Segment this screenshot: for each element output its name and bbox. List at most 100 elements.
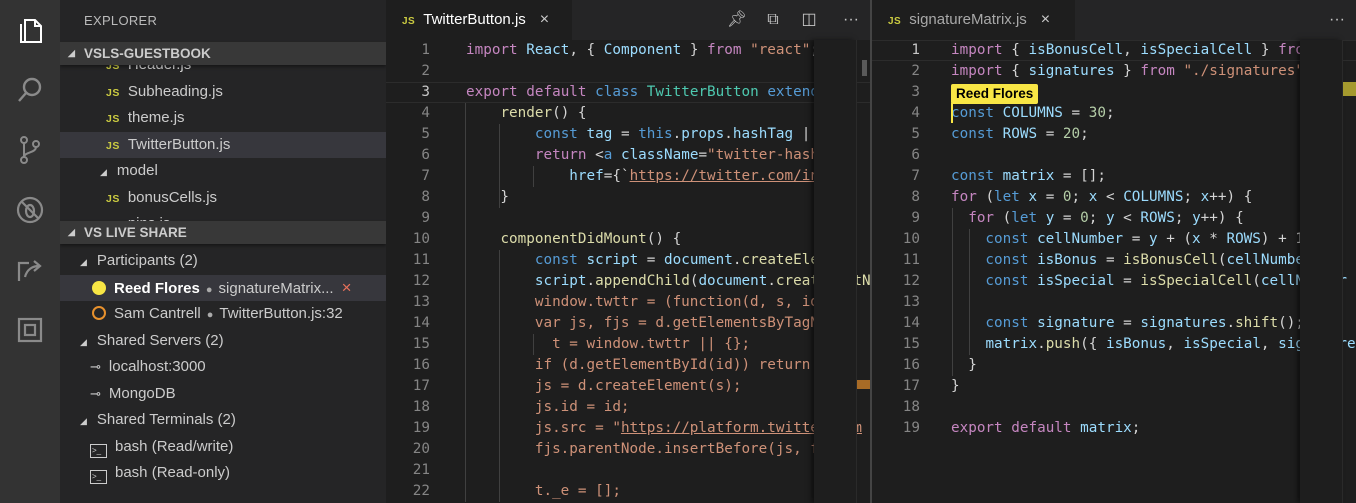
code-token: = bbox=[638, 252, 665, 268]
code-token: default bbox=[526, 84, 596, 100]
code-token: ) + 1 bbox=[1260, 231, 1304, 247]
line-number: 14 bbox=[412, 315, 430, 331]
file-tree-item[interactable]: JS Header.js bbox=[60, 65, 386, 79]
section-header-project[interactable]: ◢ VSLS-GUESTBOOK bbox=[60, 42, 386, 65]
code-token: a bbox=[603, 147, 621, 163]
code-token: . bbox=[767, 273, 776, 289]
close-icon[interactable]: × bbox=[342, 278, 352, 297]
close-tab-icon[interactable]: × bbox=[1041, 11, 1050, 28]
group-label: Shared Terminals (2) bbox=[96, 411, 236, 428]
code-token: matrix bbox=[1002, 168, 1055, 184]
pin-icon[interactable]: 📌︎ bbox=[722, 0, 752, 40]
code-token: ROWS bbox=[1140, 210, 1175, 226]
line-number: 9 bbox=[421, 210, 430, 226]
editor-signature-matrix[interactable]: JS signatureMatrix.js × ··· 1 import { isBo… bbox=[872, 0, 1356, 503]
code-line: 9 for (let y = 0; y < ROWS; y++) { bbox=[872, 208, 1356, 229]
line-source: const matrix = []; bbox=[951, 166, 1106, 187]
file-tree-item[interactable]: JS Subheading.js bbox=[60, 79, 386, 106]
split-editor-icon[interactable]: ◫ bbox=[794, 0, 824, 40]
scrollbar[interactable] bbox=[856, 40, 870, 503]
participant-ring-icon bbox=[92, 306, 106, 320]
file-tree-item[interactable]: JS TwitterButton.js bbox=[60, 131, 386, 158]
live-share-icon[interactable] bbox=[0, 242, 60, 298]
source-control-icon[interactable] bbox=[0, 122, 60, 178]
code-token: js.id = id; bbox=[466, 399, 630, 415]
terminal-item[interactable]: >_ bash (Read/write) bbox=[60, 434, 386, 461]
participant-cursor bbox=[951, 103, 953, 123]
scrollbar[interactable] bbox=[1342, 40, 1356, 503]
file-tree-item[interactable]: JS theme.js bbox=[60, 105, 386, 132]
explorer-icon[interactable] bbox=[0, 2, 60, 58]
code-token: export bbox=[951, 420, 1012, 436]
participants-group[interactable]: ◢ Participants (2) bbox=[60, 248, 386, 275]
line-number: 4 bbox=[911, 105, 920, 121]
participant-item[interactable]: Sam Cantrell ● TwitterButton.js:32 bbox=[60, 301, 386, 328]
tab-twitter-button[interactable]: JS TwitterButton.js × bbox=[386, 0, 572, 40]
line-source: js.src = "https://platform.twitter.com bbox=[466, 418, 862, 439]
extensions-icon[interactable] bbox=[0, 302, 60, 358]
minimap[interactable] bbox=[1300, 40, 1342, 503]
code-line: 10 const cellNumber = y + (x * ROWS) + 1 bbox=[872, 229, 1356, 250]
participant-marker bbox=[857, 380, 870, 389]
code-area[interactable]: 1 import { isBonusCell, isSpecialCell } f… bbox=[872, 40, 1356, 502]
participant-item[interactable]: Reed Flores ● signatureMatrix... × bbox=[60, 274, 386, 301]
code-token: () { bbox=[552, 105, 587, 121]
separator: ● bbox=[206, 309, 214, 321]
code-line: 17} bbox=[872, 376, 1356, 397]
file-tree-item[interactable]: JS bonusCells.js bbox=[60, 185, 386, 212]
activity-bar bbox=[0, 0, 60, 503]
code-token: import bbox=[951, 42, 1012, 58]
code-line: 13 window.twttr = (function(d, s, id) { bbox=[386, 292, 870, 313]
code-line: 15 t = window.twttr || {}; bbox=[386, 334, 870, 355]
shared-servers-group[interactable]: ◢ Shared Servers (2) bbox=[60, 328, 386, 355]
indent-guide bbox=[499, 250, 500, 502]
js-file-icon: JS bbox=[888, 16, 902, 27]
participant-cursor-label: Reed Flores bbox=[951, 84, 1039, 104]
code-token: const bbox=[951, 105, 1003, 121]
line-number: 3 bbox=[911, 84, 920, 100]
line-number: 11 bbox=[902, 252, 920, 268]
code-token: cellNumber bbox=[1037, 231, 1124, 247]
code-line: 10 componentDidMount() { bbox=[386, 229, 870, 250]
file-label: theme.js bbox=[127, 109, 185, 126]
code-token: < bbox=[595, 147, 604, 163]
code-area[interactable]: 1 import React, { Component } from "react… bbox=[386, 40, 870, 502]
file-tree-item[interactable]: JSpins.js bbox=[60, 211, 386, 221]
code-token: COLUMNS bbox=[1002, 105, 1063, 121]
line-number: 17 bbox=[902, 378, 920, 394]
code-token: x bbox=[1200, 189, 1210, 205]
shared-terminals-group[interactable]: ◢ Shared Terminals (2) bbox=[60, 407, 386, 434]
code-token: t = window.twttr || {}; bbox=[466, 336, 751, 352]
code-token: ( bbox=[1002, 210, 1012, 226]
editor-twitter-button[interactable]: JS TwitterButton.js × 📌︎ ⧉ ◫ ··· 1 import R… bbox=[386, 0, 870, 503]
section-header-live-share[interactable]: ◢ VS LIVE SHARE bbox=[60, 221, 386, 244]
tab-signature-matrix[interactable]: JS signatureMatrix.js × bbox=[872, 0, 1075, 40]
code-line: 3 export default class TwitterButton exte… bbox=[386, 82, 870, 103]
code-token: ; bbox=[1088, 210, 1106, 226]
terminal-item[interactable]: >_ bash (Read-only) bbox=[60, 460, 386, 487]
indent-guide bbox=[969, 229, 970, 355]
scroll-thumb[interactable] bbox=[862, 60, 867, 76]
more-actions-icon[interactable]: ··· bbox=[1322, 0, 1352, 40]
file-tree-item[interactable]: ◢ model bbox=[60, 158, 386, 185]
server-item[interactable]: ⊸ localhost:3000 bbox=[60, 354, 386, 381]
more-actions-icon[interactable]: ··· bbox=[836, 0, 866, 40]
tab-label: TwitterButton.js bbox=[423, 11, 526, 28]
line-number: 19 bbox=[412, 420, 430, 436]
code-token: document bbox=[698, 273, 768, 289]
minimap[interactable] bbox=[814, 40, 856, 503]
line-source: export default class TwitterButton exten… bbox=[466, 83, 828, 102]
close-tab-icon[interactable]: × bbox=[540, 11, 549, 28]
code-token: document bbox=[664, 252, 733, 268]
code-token: < bbox=[1097, 189, 1124, 205]
open-changes-icon[interactable]: ⧉ bbox=[758, 0, 788, 40]
code-token: = bbox=[612, 126, 639, 142]
search-icon[interactable] bbox=[0, 62, 60, 118]
code-line: 22 t._e = []; bbox=[386, 481, 870, 502]
line-source: } bbox=[466, 187, 509, 208]
server-item[interactable]: ⊸ MongoDB bbox=[60, 381, 386, 408]
debug-icon[interactable] bbox=[0, 182, 60, 238]
